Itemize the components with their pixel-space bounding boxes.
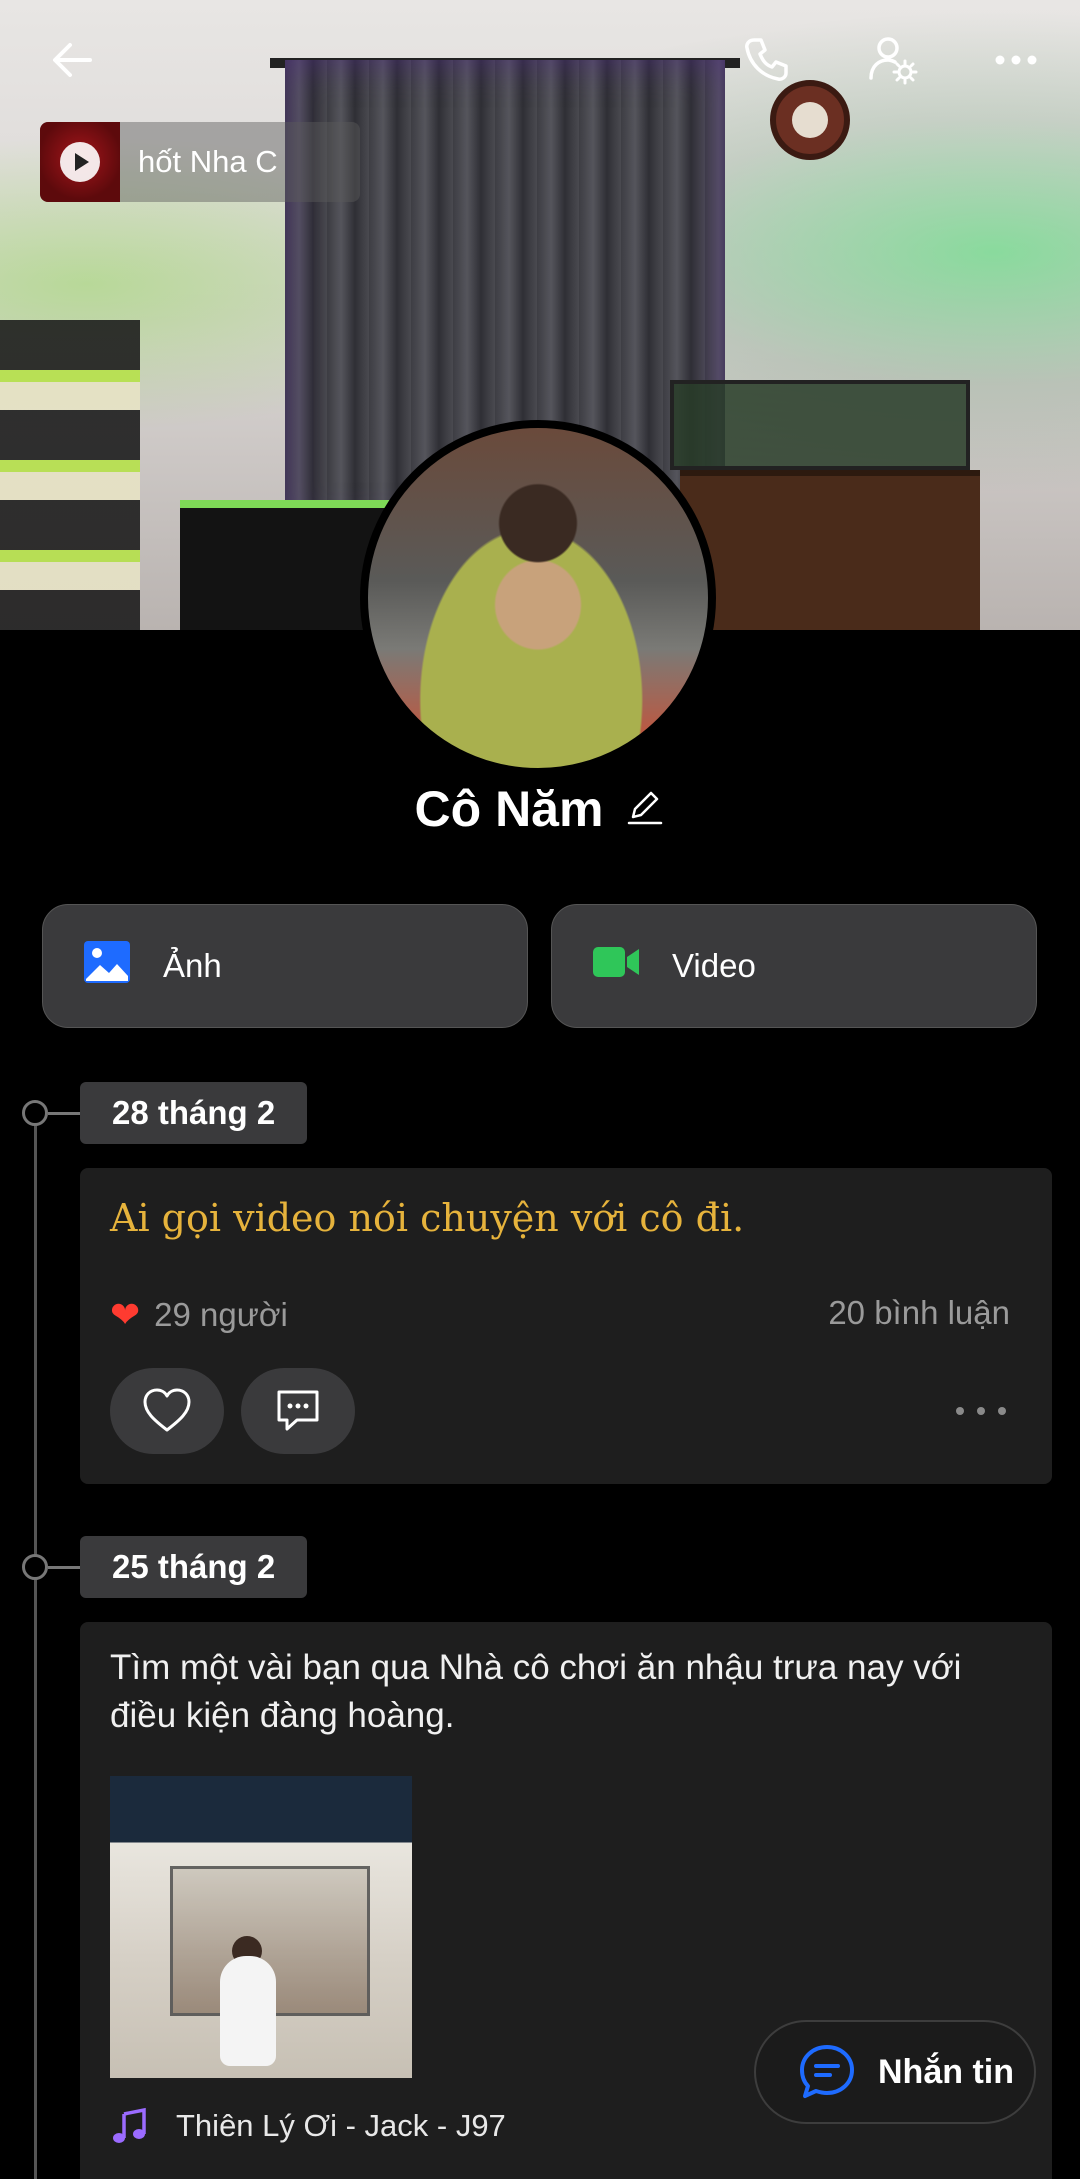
cover-aquarium-tank-right — [670, 380, 970, 470]
timeline-node — [22, 1554, 48, 1580]
profile-name: Cô Năm — [414, 781, 604, 837]
heart-outline-icon — [143, 1388, 191, 1432]
post-more-icon[interactable] — [956, 1396, 1006, 1426]
video-icon — [590, 936, 642, 996]
timeline-node — [22, 1100, 48, 1126]
post-song[interactable]: Thiên Lý Ơi - Jack - J97 — [110, 2106, 506, 2146]
post-text: Tìm một vài bạn qua Nhà cô chơi ăn nhậu … — [110, 1648, 962, 1735]
post-card[interactable]: Ai gọi video nói chuyện với cô đi. ❤ 29 … — [80, 1168, 1052, 1484]
profile-music-chip[interactable]: hốt Nha C — [40, 122, 360, 202]
photo-person — [220, 1956, 276, 2066]
music-note-icon — [113, 2107, 146, 2143]
chat-bubble-icon — [800, 2045, 854, 2098]
comment-button[interactable] — [241, 1368, 355, 1454]
cover-aquarium-shelf — [0, 320, 140, 630]
photos-button[interactable]: Ảnh — [42, 904, 528, 1028]
more-icon[interactable] — [984, 28, 1048, 92]
post-quote-text: Ai gọi video nói chuyện với cô đi. — [110, 1196, 745, 1240]
profile-name-row: Cô Năm — [0, 780, 1080, 838]
message-button[interactable]: Nhắn tin — [754, 2020, 1036, 2124]
edit-pencil-icon[interactable] — [625, 787, 665, 832]
likes-summary[interactable]: ❤ 29 người — [110, 1294, 288, 1336]
cover-cabinet — [680, 470, 980, 630]
timeline-line — [34, 1115, 37, 2179]
profile-avatar[interactable] — [360, 420, 716, 776]
comments-count[interactable]: 20 bình luận — [828, 1294, 1010, 1332]
videos-button-label: Video — [672, 947, 756, 984]
photos-button-label: Ảnh — [163, 947, 222, 984]
top-bar — [0, 0, 1080, 120]
album-art-thumbnail — [40, 122, 120, 202]
image-icon — [81, 936, 133, 996]
back-arrow-icon[interactable] — [40, 28, 104, 92]
message-button-label: Nhắn tin — [878, 2052, 1014, 2091]
play-icon — [60, 142, 100, 182]
timeline-connector — [48, 1566, 80, 1569]
song-title: Thiên Lý Ơi - Jack - J97 — [176, 2108, 506, 2143]
timeline-connector — [48, 1112, 80, 1115]
post-photo[interactable] — [110, 1776, 412, 2078]
music-chip-text: hốt Nha C — [138, 144, 278, 179]
likes-count: 29 người — [154, 1296, 288, 1333]
phone-icon[interactable] — [734, 28, 798, 92]
like-button[interactable] — [110, 1368, 224, 1454]
post-date-tag: 28 tháng 2 — [80, 1082, 308, 1144]
videos-button[interactable]: Video — [551, 904, 1037, 1028]
user-settings-icon[interactable] — [860, 28, 924, 92]
post-date-tag: 25 tháng 2 — [80, 1536, 308, 1598]
heart-icon: ❤ — [110, 1294, 141, 1335]
comment-icon — [277, 1390, 319, 1431]
